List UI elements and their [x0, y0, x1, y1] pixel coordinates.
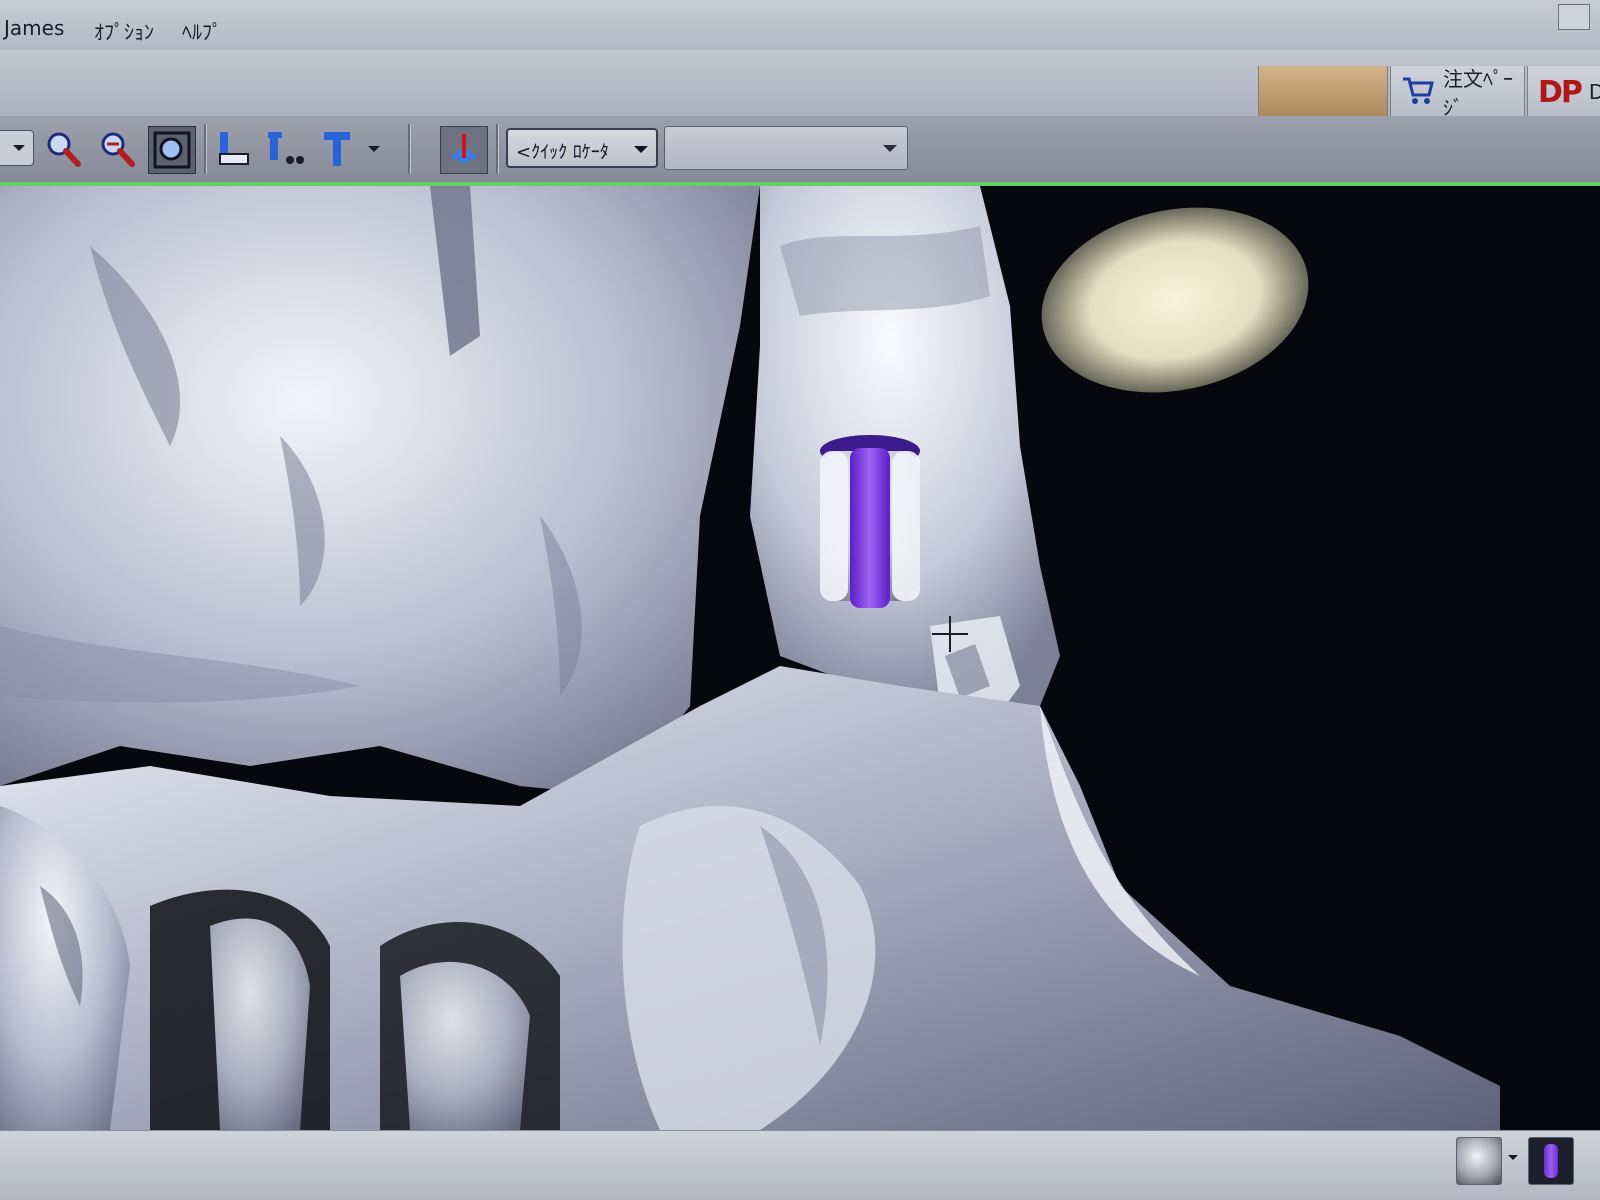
order-page-label: 注文ﾍﾟｰｼﾞ: [1443, 67, 1513, 120]
dp-logo: DP: [1538, 74, 1583, 110]
toolbar-separator: [408, 124, 411, 174]
implant-tool-dropdown-caret[interactable]: [368, 146, 380, 158]
dp-product-button[interactable]: DP Den: [1527, 66, 1600, 118]
menu-item-help[interactable]: ﾍﾙﾌﾟ: [182, 16, 222, 45]
view-mode-dropdown[interactable]: [0, 130, 34, 166]
implant-thumbnail-icon: [1544, 1144, 1558, 1178]
order-page-button[interactable]: 注文ﾍﾟｰｼﾞ: [1390, 66, 1525, 120]
menu-bar: James ｵﾌﾟｼｮﾝ ﾍﾙﾌﾟ: [0, 0, 1600, 51]
dental-planning-app-window: James ｵﾌﾟｼｮﾝ ﾍﾙﾌﾟ 注文ﾍﾟｰｼﾞ DP Den: [0, 0, 1600, 1200]
chevron-down-icon[interactable]: [1508, 1155, 1518, 1165]
menu-item-james[interactable]: James: [4, 16, 64, 40]
bone-surface-render: [0, 186, 1500, 1130]
toolbar: <ｸｲｯｸ ﾛｹｰﾀ: [0, 116, 1600, 186]
skull-view-thumbnail[interactable]: [1456, 1137, 1502, 1185]
crosshair-cursor-icon: [932, 616, 968, 656]
marker-pin-icon[interactable]: [440, 126, 488, 174]
implant-abutment-icon[interactable]: [262, 126, 308, 172]
highlighted-top-button[interactable]: [1258, 66, 1388, 118]
cart-icon: [1401, 73, 1435, 112]
quick-locator-search-combo[interactable]: [664, 126, 908, 170]
window-close-button[interactable]: [1558, 4, 1590, 30]
zoom-window-icon[interactable]: [148, 126, 196, 174]
quick-locator-dropdown[interactable]: <ｸｲｯｸ ﾛｹｰﾀ: [506, 128, 658, 168]
menu-item-options[interactable]: ｵﾌﾟｼｮﾝ: [94, 16, 154, 45]
implant-place-icon[interactable]: [210, 126, 256, 172]
chevron-down-icon[interactable]: [883, 145, 897, 159]
magnifier-minus-icon[interactable]: [94, 126, 140, 172]
toolbar-separator: [204, 124, 207, 174]
implant-view-thumbnail[interactable]: [1528, 1137, 1574, 1185]
3d-viewport[interactable]: [0, 186, 1600, 1130]
bottom-bar: [0, 1130, 1600, 1200]
magnifier-icon[interactable]: [40, 126, 86, 172]
toolbar-separator: [496, 124, 499, 174]
implant-t-icon[interactable]: [314, 126, 360, 172]
dp-label: Den: [1588, 80, 1600, 104]
